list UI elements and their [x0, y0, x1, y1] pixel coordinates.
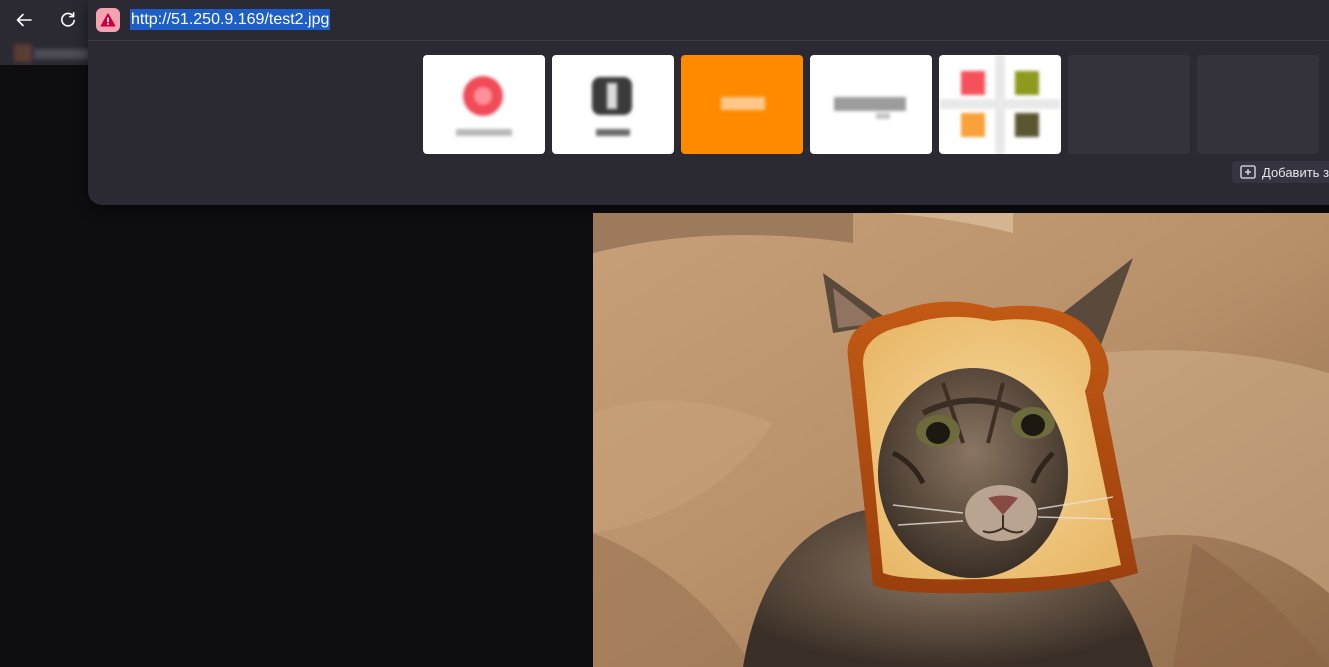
- warning-icon[interactable]: [96, 8, 120, 32]
- top-site-tile[interactable]: [810, 55, 932, 154]
- address-bar-dropdown: http://51.250.9.169/test2.jpg Добавить з: [88, 0, 1329, 205]
- bookmark-favicon-icon[interactable]: [14, 44, 32, 62]
- cat-with-bread-image: [593, 213, 1329, 667]
- address-bar[interactable]: http://51.250.9.169/test2.jpg: [88, 0, 1329, 40]
- url-input[interactable]: http://51.250.9.169/test2.jpg: [130, 9, 331, 30]
- add-shortcut-label: Добавить з: [1262, 164, 1329, 180]
- top-site-tile[interactable]: [423, 55, 545, 154]
- top-site-tile[interactable]: [552, 55, 674, 154]
- image-viewer-photo: [593, 213, 1329, 667]
- top-site-tile[interactable]: [939, 55, 1061, 154]
- empty-top-site-slot[interactable]: [1068, 55, 1190, 154]
- arrow-left-icon: [16, 13, 32, 27]
- bookmark-label-blurred[interactable]: [34, 49, 92, 59]
- add-shortcut-icon: [1240, 165, 1256, 179]
- back-button[interactable]: [9, 6, 39, 34]
- divider: [88, 40, 1329, 41]
- reload-icon: [61, 12, 75, 27]
- empty-top-site-slot[interactable]: [1197, 55, 1319, 154]
- reload-button[interactable]: [53, 6, 83, 34]
- top-site-tile[interactable]: [681, 55, 803, 154]
- bookmarks-toolbar: [0, 41, 100, 65]
- add-shortcut-button[interactable]: Добавить з: [1232, 161, 1329, 183]
